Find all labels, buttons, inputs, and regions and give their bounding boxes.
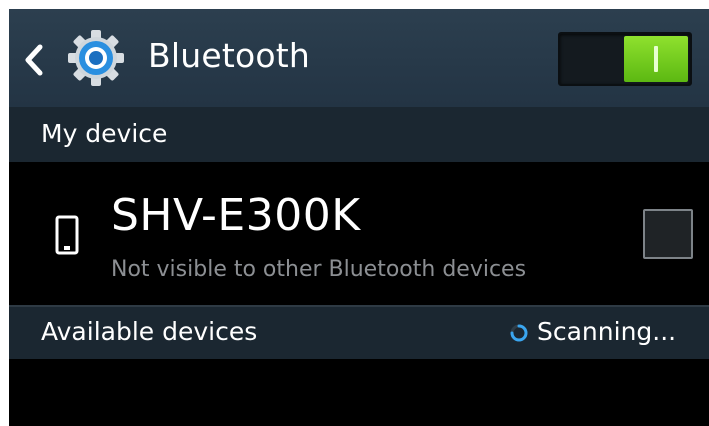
- bluetooth-toggle[interactable]: [558, 32, 692, 86]
- gear-icon: [68, 30, 124, 86]
- visibility-checkbox[interactable]: [643, 209, 693, 259]
- chevron-left-icon[interactable]: [23, 43, 45, 77]
- section-header-label: Available devices: [41, 317, 258, 346]
- available-devices-list: [9, 359, 709, 426]
- action-bar: Bluetooth: [9, 9, 709, 107]
- my-device-row[interactable]: SHV-E300K Not visible to other Bluetooth…: [9, 162, 709, 306]
- device-name: SHV-E300K: [111, 190, 361, 241]
- section-header-my-device: My device: [9, 107, 709, 162]
- section-header-label: My device: [41, 119, 168, 148]
- device-visibility-status: Not visible to other Bluetooth devices: [111, 257, 527, 282]
- toggle-thumb: [624, 36, 688, 82]
- scan-status: Scanning...: [537, 317, 677, 346]
- spinner-icon: [510, 324, 528, 342]
- section-header-available-devices: Available devices Scanning...: [9, 307, 709, 359]
- bluetooth-settings-screen: Bluetooth My device SHV-E300K Not visibl…: [9, 9, 709, 426]
- page-title: Bluetooth: [148, 36, 310, 75]
- phone-icon: [55, 215, 79, 255]
